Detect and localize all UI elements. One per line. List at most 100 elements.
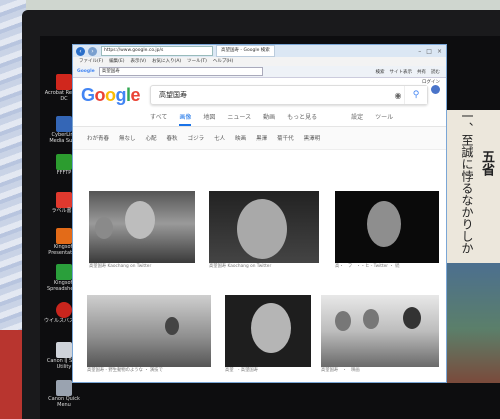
virusbuster-icon [56,302,72,318]
cyberlink-icon [56,116,72,132]
chip[interactable]: 黒澤 [256,134,267,142]
menu-view[interactable]: 表示(V) [130,57,146,66]
result-thumbnail [89,191,195,263]
tab-images[interactable]: 画像 [179,112,192,126]
person-face [363,309,379,329]
search-tabs: すべて 画像 地図 ニュース 動画 もっと見る 設定 ツール [73,112,446,127]
login-link[interactable]: ログイン [422,79,440,85]
logo-letter: e [130,84,141,105]
chip[interactable]: 菊千代 [277,134,294,142]
menu-tools[interactable]: ツール(T) [187,57,207,66]
maximize-button[interactable]: □ [426,48,432,55]
chip[interactable]: 七人 [214,134,225,142]
image-result[interactable]: 高望国寿 - 野生動物のような ・ 演技で [87,295,211,375]
google-logo[interactable]: Google [81,84,141,106]
related-search-chips: わが青春 無なし 心配 春秋 ゴジラ 七人 映画 黒澤 菊千代 黒澤明 [73,127,446,150]
toolbar-read-button[interactable]: 読む [431,69,440,75]
wallpaper-photo [444,263,500,383]
chip[interactable]: 黒澤明 [304,134,321,142]
result-caption: 高・ フ ・・ヒ - Twitter ・ 続 [335,263,439,271]
chip[interactable]: わが青春 [87,134,109,142]
presentation-icon [56,228,72,244]
menu-bar: ファイル(F) 編集(E) 表示(V) お気に入り(A) ツール(T) ヘルプ(… [73,57,446,66]
minimize-button[interactable]: – [418,48,421,55]
toolbar-actions: 検索 サイト表示 共有 読む [376,69,447,75]
menu-file[interactable]: ファイル(F) [79,57,103,66]
chip[interactable]: 無なし [119,134,136,142]
label-app-icon [56,192,72,208]
logo-letter: o [94,84,106,105]
search-input[interactable]: 高望国寿 [159,90,392,100]
result-caption: 高望国寿 ・ 映画 [321,367,439,375]
result-thumbnail [321,295,439,367]
desktop-icon-canon-menu[interactable]: Canon Quick Menu [44,380,84,408]
result-caption: 高望 - 高望国寿 [225,367,311,375]
logo-letter: G [81,84,95,105]
person-face [251,303,291,353]
result-caption: 高望国寿 Kaochang on Twitter [89,263,195,271]
menu-favorites[interactable]: お気に入り(A) [152,57,181,66]
scanner-icon [56,342,72,358]
toolbar: Google 高望国寿 検索 サイト表示 共有 読む [73,66,446,78]
result-thumbnail [209,191,319,263]
toolbar-google-logo: Google [77,69,95,74]
result-thumbnail [335,191,439,263]
forward-icon[interactable]: › [88,46,97,56]
person-face [95,217,113,239]
close-button[interactable]: × [437,48,442,55]
person-face [367,201,401,247]
person-face [237,199,287,259]
window-controls: – □ × [418,48,446,55]
image-result[interactable]: 高望国寿 Kaochang on Twitter [89,191,195,271]
ffftp-icon [56,154,72,170]
acrobat-icon [56,74,72,90]
toolbar-search-button[interactable]: 検索 [376,69,385,75]
tab-tools[interactable]: ツール [375,112,393,126]
google-search-box[interactable]: 高望国寿 ◉ ⚲ [150,85,429,105]
avatar[interactable] [431,85,440,94]
title-bar: ‹ › https://www.google.co.jp/s 高望国寿 - Go… [73,45,446,57]
result-thumbnail [225,295,311,367]
address-bar[interactable]: https://www.google.co.jp/s [101,46,213,56]
result-caption: 高望国寿 Kaochang on Twitter [209,263,319,271]
result-thumbnail [87,295,211,367]
back-icon[interactable]: ‹ [76,46,85,56]
tab-settings[interactable]: 設定 [351,112,363,126]
tab-videos[interactable]: 動画 [263,112,275,126]
google-header: Google 高望国寿 ◉ ⚲ [73,78,446,112]
search-button[interactable]: ⚲ [404,86,428,104]
chip[interactable]: ゴジラ [188,134,205,142]
chip[interactable]: 映画 [235,134,246,142]
logo-letter: o [105,84,116,105]
person-face [165,317,179,335]
tab-news[interactable]: ニュース [227,112,251,126]
camera-icon[interactable]: ◉ [392,91,404,100]
image-result[interactable]: 高・ フ ・・ヒ - Twitter ・ 続 [335,191,439,271]
search-icon: ⚲ [412,90,420,100]
result-caption: 高望国寿 - 野生動物のような ・ 演技で [87,367,211,375]
image-result[interactable]: 高望国寿 Kaochang on Twitter [209,191,319,271]
browser-window: ‹ › https://www.google.co.jp/s 高望国寿 - Go… [73,45,446,382]
menu-edit[interactable]: 編集(E) [109,57,124,66]
wallpaper-title: 五省 [479,150,494,176]
logo-letter: g [115,84,127,105]
tab-google-search[interactable]: 高望国寿 - Google 検索 [216,45,275,57]
image-result[interactable]: 高望 - 高望国寿 [225,295,311,375]
tab-all[interactable]: すべて [150,112,167,126]
chip[interactable]: 心配 [146,134,157,142]
wallpaper-panel: 五省 一、至誠に悖るなかりしか [444,110,500,383]
printer-icon [56,380,72,396]
tab-maps[interactable]: 地図 [203,112,215,126]
wallpaper-verse: 一、至誠に悖るなかりしか [460,110,474,254]
toolbar-share-button[interactable]: 共有 [417,69,426,75]
toolbar-site-button[interactable]: サイト表示 [390,69,413,75]
toolbar-search-input[interactable]: 高望国寿 [98,67,263,76]
chip[interactable]: 春秋 [167,134,178,142]
person-face [125,201,155,239]
tab-more[interactable]: もっと見る [287,112,317,126]
person-face [335,311,351,331]
person-face [403,307,421,329]
image-result[interactable]: 高望国寿 ・ 映画 [321,295,439,375]
menu-help[interactable]: ヘルプ(H) [213,57,233,66]
spreadsheet-icon [56,264,72,280]
